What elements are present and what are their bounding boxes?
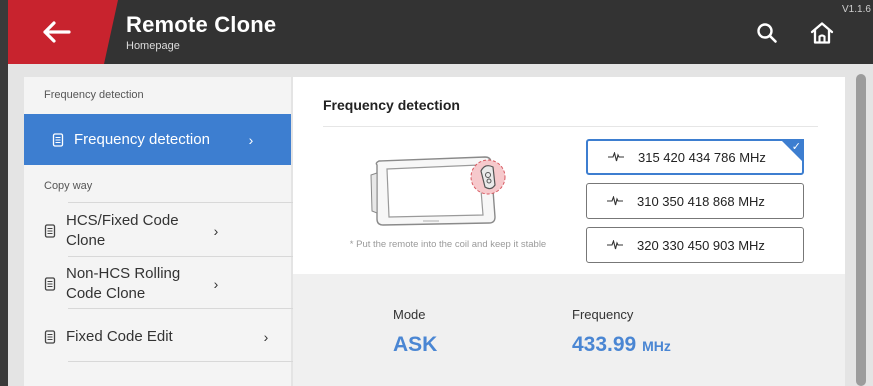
app-title: Remote Clone [126, 12, 277, 37]
frequency-option-label: 315 420 434 786 MHz [638, 149, 766, 165]
breadcrumb[interactable]: Homepage [126, 40, 276, 52]
search-button[interactable] [752, 18, 782, 48]
instruction-hint: * Put the remote into the coil and keep … [349, 239, 547, 250]
frequency-value-group: 433.99 MHz [572, 333, 671, 357]
title-block: Remote Clone Homepage [126, 12, 276, 52]
sidebar-item-label: Non-HCS Rolling Code Clone [66, 265, 181, 302]
frequency-option-label: 320 330 450 903 MHz [637, 237, 765, 253]
content-card: Frequency detection * Put the remote int… [293, 77, 845, 386]
search-icon [757, 23, 777, 43]
frequency-option-label: 310 350 418 868 MHz [637, 193, 765, 209]
divider [68, 361, 294, 362]
divider [68, 202, 294, 203]
frame-edge [0, 64, 8, 386]
sidebar-item-frequency-detection[interactable]: Frequency detection › [24, 114, 291, 165]
chevron-right-icon: › [263, 329, 269, 345]
app-header: Remote Clone Homepage V1.1.6 [0, 0, 873, 64]
mode-value: ASK [393, 333, 438, 356]
arrow-left-icon [43, 21, 71, 43]
remote-icon [52, 132, 64, 147]
header-edge [0, 0, 8, 64]
sidebar-item-non-hcs-rolling-code-clone[interactable]: Non-HCS Rolling Code Clone › [44, 260, 294, 308]
remote-icon [44, 277, 56, 291]
remote-icon [44, 224, 56, 238]
home-button[interactable] [806, 17, 838, 49]
chevron-right-icon: › [213, 223, 219, 239]
frequency-value: 433.99 [572, 333, 637, 356]
sidebar-section-frequency: Frequency detection [44, 89, 144, 101]
mode-label: Mode [393, 307, 426, 322]
scrollbar-thumb[interactable] [856, 74, 866, 386]
sidebar-item-label: HCS/Fixed Code Clone [66, 212, 179, 249]
signal-wave-icon [607, 196, 623, 206]
signal-wave-icon [607, 240, 623, 250]
signal-wave-icon [608, 152, 624, 162]
sidebar: Frequency detection Frequency detection … [24, 77, 294, 386]
device-coil-illustration [370, 156, 506, 226]
back-button[interactable] [8, 0, 118, 64]
divider [68, 256, 294, 257]
detection-result-panel: Mode ASK Frequency 433.99 MHz [293, 274, 845, 386]
remote-icon [44, 330, 56, 344]
home-icon [810, 22, 834, 44]
chevron-right-icon: › [248, 131, 254, 148]
frequency-label: Frequency [572, 307, 634, 322]
sidebar-item-fixed-code-edit[interactable]: Fixed Code Edit › [44, 313, 294, 361]
version-label: V1.1.6 [842, 4, 871, 15]
check-icon: ✓ [791, 141, 801, 153]
sidebar-item-label: Fixed Code Edit [66, 328, 173, 345]
divider [323, 126, 818, 127]
sidebar-item-label: Frequency detection [74, 130, 210, 148]
divider [68, 308, 294, 309]
frequency-option-2[interactable]: 310 350 418 868 MHz [586, 183, 804, 219]
frequency-unit: MHz [642, 338, 671, 354]
sidebar-section-copy-way: Copy way [44, 180, 93, 192]
frequency-option-1[interactable]: 315 420 434 786 MHz ✓ [586, 139, 804, 175]
chevron-right-icon: › [213, 276, 219, 292]
page-title: Frequency detection [323, 97, 460, 113]
sidebar-item-hcs-fixed-code-clone[interactable]: HCS/Fixed Code Clone › [44, 207, 294, 255]
frequency-option-3[interactable]: 320 330 450 903 MHz [586, 227, 804, 263]
